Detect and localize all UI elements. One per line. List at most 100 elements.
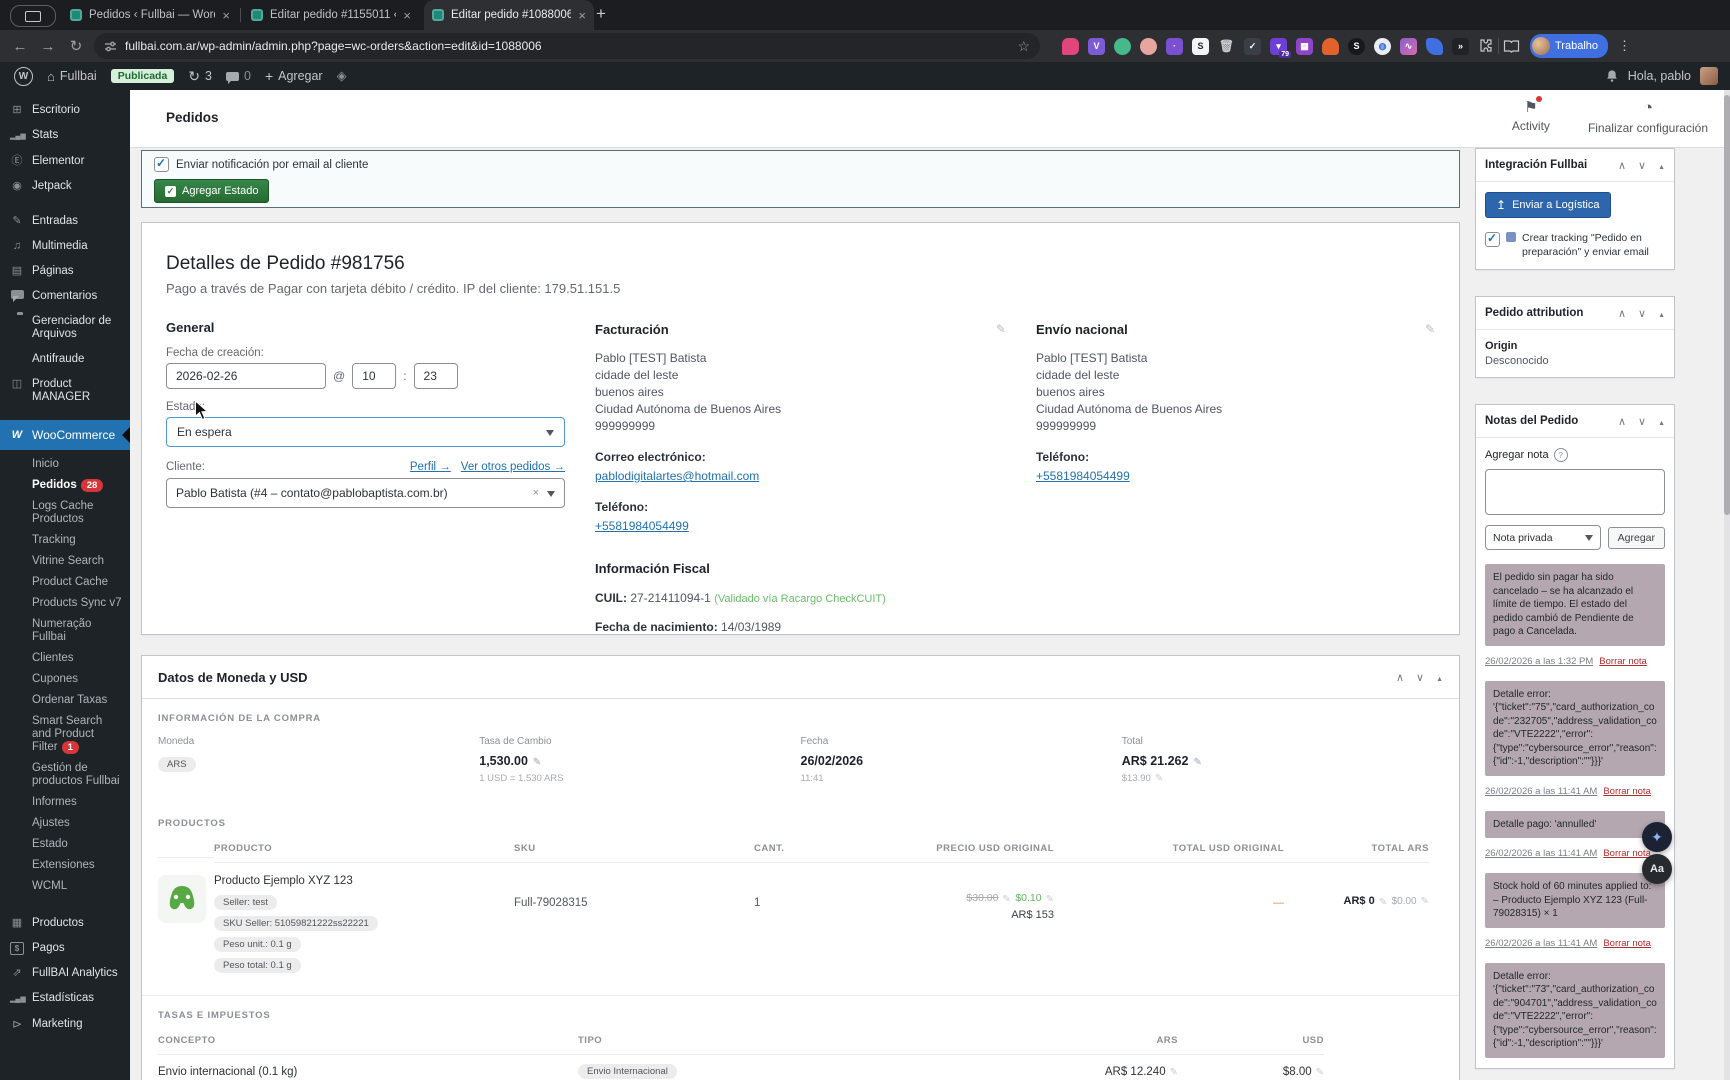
- extensions-puzzle-icon[interactable]: [1478, 38, 1494, 54]
- hour-input[interactable]: 10: [352, 363, 396, 389]
- move-down-icon[interactable]: [1638, 412, 1646, 430]
- reload-icon[interactable]: ↻: [62, 37, 90, 55]
- new-tab-button[interactable]: +: [596, 4, 606, 24]
- submenu-products-sync[interactable]: Products Sync v7: [32, 593, 130, 614]
- wordpress-logo-icon[interactable]: W: [14, 67, 33, 86]
- edit-total-usd-icon[interactable]: [1155, 773, 1163, 784]
- browser-tab-active[interactable]: Editar pedido #1088006 ‹ Ful ×: [424, 0, 594, 30]
- elementor-item[interactable]: [337, 68, 347, 84]
- add-note-button[interactable]: Agregar: [1608, 527, 1665, 549]
- extension-icon[interactable]: S: [1348, 38, 1365, 55]
- note-date-link[interactable]: 26/02/2026 a las 11:41 AM: [1485, 938, 1597, 949]
- collapse-toggle-icon[interactable]: [1436, 668, 1443, 686]
- help-icon[interactable]: ?: [1554, 448, 1568, 462]
- clear-icon[interactable]: ×: [533, 487, 539, 499]
- tab-close-icon[interactable]: ×: [222, 8, 230, 23]
- edit-total-usd-icon[interactable]: [1421, 896, 1429, 907]
- shipping-phone-link[interactable]: +5581984054499: [1036, 469, 1130, 483]
- submenu-logs-cache[interactable]: Logs Cache Productos: [32, 496, 130, 530]
- delete-note-link[interactable]: Borrar nota: [1603, 848, 1651, 859]
- forward-icon[interactable]: →: [34, 38, 62, 55]
- submenu-clientes[interactable]: Clientes: [32, 648, 130, 669]
- browser-tab-2[interactable]: Editar pedido #1155011 ‹ Full ×: [243, 0, 419, 30]
- extension-icon[interactable]: ∿: [1400, 38, 1417, 55]
- sidebar-item-jetpack[interactable]: Jetpack: [0, 174, 130, 199]
- extension-icon[interactable]: ▦: [1296, 38, 1313, 55]
- extension-icon[interactable]: »: [1452, 38, 1469, 55]
- tab-close-icon[interactable]: ×: [403, 8, 411, 23]
- extension-icon[interactable]: 🗑: [1218, 38, 1235, 55]
- sidebar-item-pagos[interactable]: $Pagos: [0, 936, 130, 961]
- user-avatar[interactable]: [1700, 67, 1718, 85]
- submenu-ajustes[interactable]: Ajustes: [32, 813, 130, 834]
- edit-price-icon[interactable]: [1002, 889, 1010, 907]
- sidebar-item-antifraude[interactable]: Antifraude: [0, 347, 130, 372]
- submenu-smart-search[interactable]: Smart Search and Product Filter1: [32, 711, 130, 758]
- sidebar-item-elementor[interactable]: Elementor: [0, 149, 130, 174]
- submenu-tracking[interactable]: Tracking: [32, 530, 130, 551]
- comments-item[interactable]: 0: [226, 69, 251, 83]
- date-input[interactable]: 2026-02-26: [166, 363, 326, 389]
- note-type-select[interactable]: Nota privada: [1485, 525, 1601, 550]
- collapse-toggle-icon[interactable]: [1658, 304, 1665, 322]
- delete-note-link[interactable]: Borrar nota: [1599, 656, 1647, 667]
- sidebar-item-estadisticas[interactable]: Estadísticas: [0, 986, 130, 1012]
- notifications-bell-icon[interactable]: [1605, 69, 1619, 83]
- other-orders-link[interactable]: Ver otros pedidos →: [461, 461, 565, 473]
- move-up-icon[interactable]: [1618, 156, 1626, 174]
- status-select[interactable]: En espera: [166, 417, 565, 447]
- sidebar-item-fullbai-analytics[interactable]: FullBAI Analytics: [0, 961, 130, 986]
- address-bar[interactable]: fullbai.com.ar/wp-admin/admin.php?page=w…: [94, 33, 1040, 59]
- submenu-informes[interactable]: Informes: [32, 792, 130, 813]
- back-icon[interactable]: ←: [6, 38, 34, 55]
- extension-icon[interactable]: [1426, 38, 1443, 55]
- sidebar-item-escritorio[interactable]: Escritorio: [0, 98, 130, 123]
- product-thumbnail[interactable]: [158, 875, 206, 923]
- finish-setup-button[interactable]: Finalizar configuración: [1588, 98, 1708, 135]
- sidebar-item-marketing[interactable]: Marketing: [0, 1012, 130, 1038]
- extension-icon[interactable]: [1140, 38, 1157, 55]
- sidebar-item-multimedia[interactable]: Multimedia: [0, 234, 130, 259]
- activity-button[interactable]: Activity: [1512, 98, 1550, 135]
- note-date-link[interactable]: 26/02/2026 a las 11:41 AM: [1485, 848, 1597, 859]
- tab-search-button[interactable]: [10, 5, 56, 27]
- extension-icon[interactable]: [1322, 38, 1339, 55]
- site-home-item[interactable]: Fullbai: [47, 69, 97, 84]
- billing-phone-link[interactable]: +5581984054499: [595, 519, 689, 533]
- edit-billing-icon[interactable]: [996, 320, 1006, 338]
- product-name[interactable]: Producto Ejemplo XYZ 123: [214, 875, 514, 887]
- submenu-pedidos[interactable]: Pedidos28: [32, 475, 130, 496]
- edit-price-icon[interactable]: [1046, 889, 1054, 907]
- sidebar-item-entradas[interactable]: Entradas: [0, 209, 130, 234]
- move-up-icon[interactable]: [1618, 412, 1626, 430]
- email-notify-checkbox[interactable]: [154, 157, 169, 172]
- sidebar-item-comentarios[interactable]: Comentarios: [0, 284, 130, 309]
- submenu-wcml[interactable]: WCML: [32, 876, 130, 897]
- minute-input[interactable]: 23: [414, 363, 458, 389]
- move-down-icon[interactable]: [1638, 156, 1646, 174]
- browser-profile-chip[interactable]: Trabalho: [1530, 34, 1608, 58]
- extension-icon[interactable]: V: [1088, 38, 1105, 55]
- note-textarea[interactable]: [1485, 469, 1665, 515]
- billing-email-link[interactable]: pablodigitalartes@hotmail.com: [595, 469, 759, 483]
- tab-close-icon[interactable]: ×: [578, 8, 586, 23]
- ai-assistant-button[interactable]: ✦: [1642, 822, 1672, 852]
- sidebar-item-product-manager[interactable]: Product MANAGER: [0, 372, 130, 410]
- tracking-checkbox[interactable]: [1485, 232, 1500, 247]
- submenu-cupones[interactable]: Cupones: [32, 669, 130, 690]
- sidebar-item-paginas[interactable]: Páginas: [0, 259, 130, 284]
- greeting-text[interactable]: Hola, pablo: [1628, 69, 1691, 83]
- edit-total-icon[interactable]: [1193, 754, 1201, 768]
- edit-total-ars-icon[interactable]: [1379, 892, 1387, 910]
- move-up-icon[interactable]: [1618, 304, 1626, 322]
- move-down-icon[interactable]: [1638, 304, 1646, 322]
- submenu-gestion-productos[interactable]: Gestión de productos Fullbai: [32, 758, 130, 792]
- move-up-icon[interactable]: [1396, 668, 1404, 686]
- updates-item[interactable]: 3: [188, 68, 212, 85]
- extension-icon[interactable]: [1062, 38, 1079, 55]
- submenu-ordenar-taxas[interactable]: Ordenar Taxas: [32, 690, 130, 711]
- sidebar-item-stats[interactable]: Stats: [0, 123, 130, 149]
- reading-list-icon[interactable]: [1503, 39, 1520, 54]
- profile-link[interactable]: Perfil →: [410, 461, 451, 473]
- move-down-icon[interactable]: [1416, 668, 1424, 686]
